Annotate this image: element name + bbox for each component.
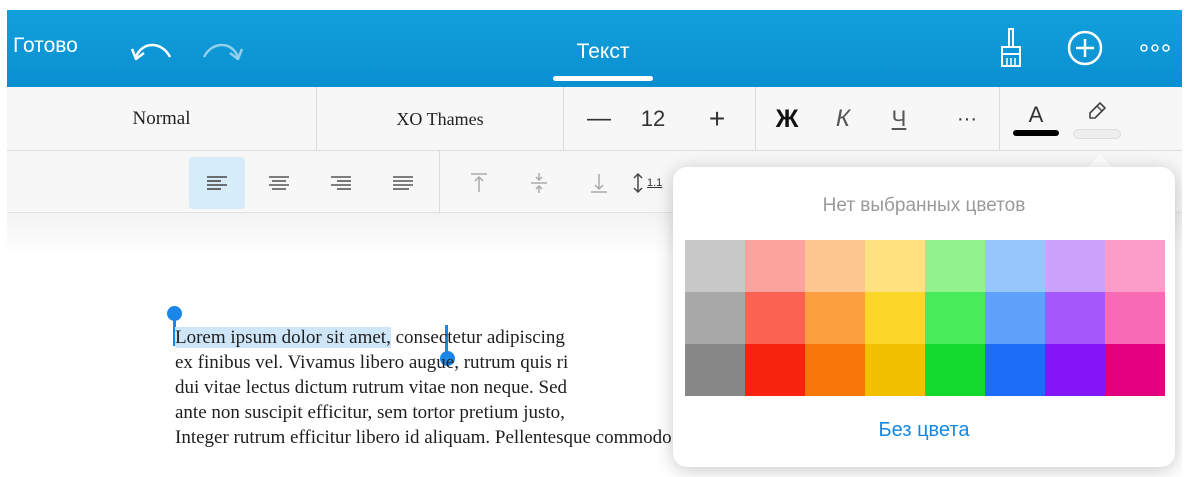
valign-middle-icon bbox=[531, 173, 547, 193]
text-after-selection: consectetur adipiscing bbox=[390, 327, 565, 348]
format-toolbar: Normal XO Thames — 12 + Ж К Ч ··· A bbox=[7, 87, 1182, 151]
color-swatch[interactable] bbox=[925, 240, 985, 292]
font-color-label: A bbox=[1028, 101, 1044, 127]
valign-middle-button[interactable] bbox=[511, 157, 567, 209]
color-picker-popover: Нет выбранных цветов Без цвета bbox=[673, 167, 1175, 467]
align-left-icon bbox=[207, 176, 227, 190]
color-swatch[interactable] bbox=[805, 292, 865, 344]
divider bbox=[999, 87, 1000, 151]
divider bbox=[439, 151, 440, 213]
more-format-button[interactable]: ··· bbox=[945, 87, 989, 151]
color-swatch[interactable] bbox=[805, 240, 865, 292]
font-color-indicator bbox=[1013, 129, 1059, 136]
line-spacing-value: 1.1 bbox=[647, 177, 663, 189]
redo-icon[interactable] bbox=[199, 32, 245, 68]
color-swatch[interactable] bbox=[685, 344, 745, 396]
highlighter-icon bbox=[1086, 100, 1108, 127]
color-swatch[interactable] bbox=[865, 292, 925, 344]
align-left-button[interactable] bbox=[189, 157, 245, 209]
align-justify-icon bbox=[393, 176, 413, 190]
align-center-button[interactable] bbox=[251, 157, 307, 209]
highlight-color-button[interactable] bbox=[1069, 87, 1125, 151]
valign-top-icon bbox=[471, 173, 487, 192]
color-swatch[interactable] bbox=[805, 344, 865, 396]
color-swatch[interactable] bbox=[745, 344, 805, 396]
paragraph-style-select[interactable]: Normal bbox=[7, 87, 317, 151]
editor-window: Готово Текст Normal XO Thames — 12 + Ж К… bbox=[7, 10, 1182, 477]
color-swatch[interactable] bbox=[865, 344, 925, 396]
font-size-value: 12 bbox=[640, 106, 666, 131]
valign-top-button[interactable] bbox=[451, 157, 507, 209]
color-swatch[interactable] bbox=[925, 292, 985, 344]
highlight-color-indicator bbox=[1073, 128, 1121, 139]
top-toolbar: Готово Текст bbox=[7, 10, 1182, 87]
underline-button[interactable]: Ч bbox=[877, 87, 921, 151]
selected-text: Lorem ipsum dolor sit amet, bbox=[175, 327, 391, 348]
color-swatch[interactable] bbox=[745, 292, 805, 344]
recent-colors-title: Нет выбранных цветов bbox=[822, 195, 1026, 216]
color-swatch[interactable] bbox=[985, 240, 1045, 292]
color-swatch[interactable] bbox=[925, 344, 985, 396]
line-spacing-button[interactable]: 1.1 bbox=[631, 157, 671, 209]
decrease-font-size-button[interactable]: — bbox=[577, 87, 621, 151]
align-right-button[interactable] bbox=[313, 157, 369, 209]
color-swatch[interactable] bbox=[1105, 344, 1165, 396]
divider bbox=[755, 87, 756, 151]
valign-bottom-button[interactable] bbox=[571, 157, 627, 209]
add-circle-icon[interactable] bbox=[1065, 28, 1105, 68]
format-brush-icon[interactable] bbox=[997, 26, 1025, 70]
align-center-icon bbox=[269, 176, 289, 190]
italic-button[interactable]: К bbox=[821, 87, 865, 151]
done-button[interactable]: Готово bbox=[13, 34, 78, 58]
color-swatch[interactable] bbox=[1045, 240, 1105, 292]
color-swatch[interactable] bbox=[985, 292, 1045, 344]
font-family-select[interactable]: XO Thames bbox=[317, 87, 564, 151]
align-right-icon bbox=[331, 176, 351, 190]
no-color-button[interactable]: Без цвета bbox=[673, 419, 1175, 442]
more-dots-icon[interactable] bbox=[1137, 36, 1173, 60]
bold-button[interactable]: Ж bbox=[765, 87, 809, 151]
valign-bottom-icon bbox=[591, 174, 607, 193]
color-swatch[interactable] bbox=[1105, 292, 1165, 344]
active-tab-indicator bbox=[553, 76, 653, 81]
color-swatch[interactable] bbox=[1105, 240, 1165, 292]
tab-text[interactable]: Текст bbox=[553, 40, 653, 64]
color-swatch[interactable] bbox=[985, 344, 1045, 396]
color-swatch[interactable] bbox=[685, 292, 745, 344]
color-swatch[interactable] bbox=[685, 240, 745, 292]
color-swatch[interactable] bbox=[745, 240, 805, 292]
align-justify-button[interactable] bbox=[375, 157, 431, 209]
color-swatch-grid bbox=[685, 240, 1165, 396]
line-spacing-icon bbox=[633, 172, 643, 194]
font-color-button[interactable]: A bbox=[1011, 87, 1061, 151]
undo-icon[interactable] bbox=[129, 32, 175, 68]
color-swatch[interactable] bbox=[865, 240, 925, 292]
color-swatch[interactable] bbox=[1045, 344, 1105, 396]
color-swatch[interactable] bbox=[1045, 292, 1105, 344]
increase-font-size-button[interactable]: + bbox=[695, 87, 739, 151]
